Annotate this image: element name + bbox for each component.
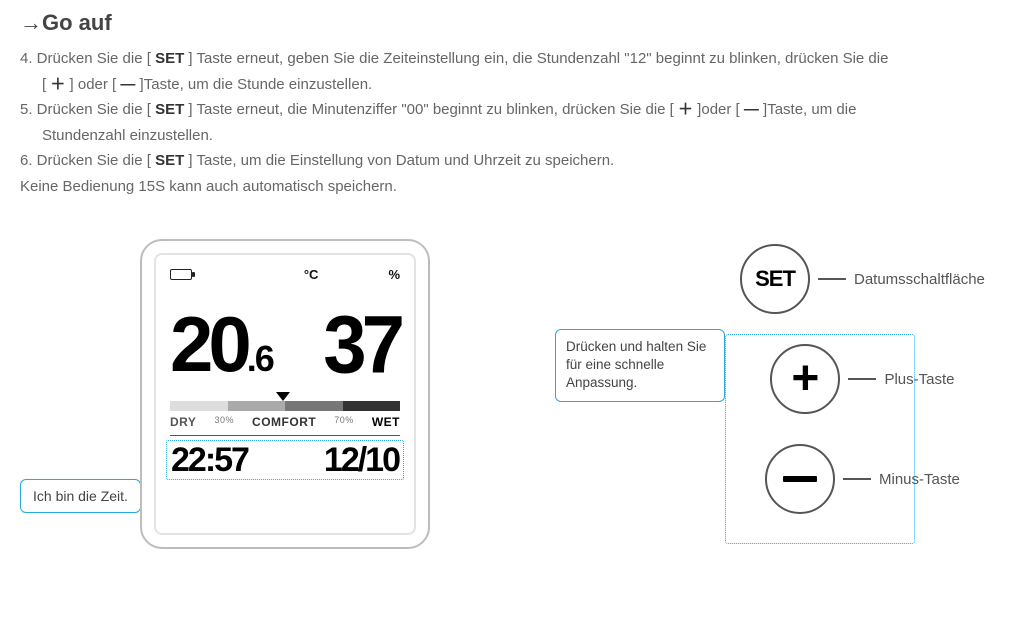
buttons-column: SET Datumsschaltfläche + Plus-Taste Minu… xyxy=(740,244,985,514)
label-70: 70% xyxy=(334,415,354,429)
text: ] Taste erneut, die Minutenziffer "00" b… xyxy=(184,101,678,118)
text: ] oder [ xyxy=(65,76,120,93)
plus-sym: ＋ xyxy=(678,101,693,118)
connector-line xyxy=(843,478,871,480)
auto-save-note: Keine Bedienung 15S kann auch automatisc… xyxy=(20,174,1004,200)
connector-line xyxy=(818,278,846,280)
label-30: 30% xyxy=(214,415,234,429)
thermo-device: °C % 20.6 37 DRY xyxy=(140,239,430,549)
step-6: 6. Drücken Sie die [ SET ] Taste, um die… xyxy=(20,148,1004,174)
text: 5. Drücken Sie die [ xyxy=(20,101,155,118)
connector-line xyxy=(848,378,876,380)
set-text: SET xyxy=(155,152,184,169)
text: ]Taste, um die Stunde einzustellen. xyxy=(135,76,372,93)
step-5-cont: Stundenzahl einzustellen. xyxy=(20,123,1004,149)
time-value: 22:57 xyxy=(171,443,248,477)
hold-callout: Drücken und halten Sie für eine schnelle… xyxy=(555,329,725,402)
battery-icon xyxy=(170,269,192,280)
device-wrap: Ich bin die Zeit. °C % 20.6 37 xyxy=(140,239,430,549)
temp-int: 20 xyxy=(170,300,247,388)
set-button[interactable]: SET xyxy=(740,244,810,314)
text: ]Taste, um die xyxy=(759,101,857,118)
text: ] Taste erneut, geben Sie die Zeiteinste… xyxy=(184,50,888,67)
unit-row: °C % xyxy=(304,267,400,282)
minus-button[interactable] xyxy=(765,444,835,514)
text: ] Taste, um die Einstellung von Datum un… xyxy=(184,152,614,169)
figure-area: Ich bin die Zeit. °C % 20.6 37 xyxy=(20,219,1004,579)
label-wet: WET xyxy=(372,415,400,429)
minus-sym: — xyxy=(120,76,135,93)
set-button-label: Datumsschaltfläche xyxy=(854,271,985,288)
step-5: 5. Drücken Sie die [ SET ] Taste erneut,… xyxy=(20,97,1004,123)
step-4-cont: [ ＋ ] oder [ — ]Taste, um die Stunde ein… xyxy=(20,72,1004,98)
text: ]oder [ xyxy=(693,101,744,118)
comfort-labels: DRY 30% COMFORT 70% WET xyxy=(170,415,400,429)
comfort-bar xyxy=(170,401,400,411)
comfort-scale: DRY 30% COMFORT 70% WET xyxy=(170,401,400,429)
text: 4. Drücken Sie die [ xyxy=(20,50,155,67)
big-readout: 20.6 37 xyxy=(170,283,400,383)
set-button-row: SET Datumsschaltfläche xyxy=(740,244,985,314)
set-text: SET xyxy=(155,50,184,67)
text: 6. Drücken Sie die [ xyxy=(20,152,155,169)
minus-button-label: Minus-Taste xyxy=(879,471,960,488)
plus-sym: ＋ xyxy=(50,76,65,93)
label-comfort: COMFORT xyxy=(252,415,316,429)
device-screen: °C % 20.6 37 DRY xyxy=(154,253,416,535)
temp-unit: °C xyxy=(304,267,319,282)
minus-sym: — xyxy=(744,101,759,118)
temperature-value: 20.6 xyxy=(170,305,273,383)
plus-button-row: + Plus-Taste xyxy=(770,344,954,414)
instruction-list: 4. Drücken Sie die [ SET ] Taste erneut,… xyxy=(20,46,1004,199)
top-row: °C % xyxy=(170,265,400,283)
plus-button-label: Plus-Taste xyxy=(884,371,954,388)
time-date-row: 22:57 12/10 xyxy=(166,440,404,480)
label-dry: DRY xyxy=(170,415,196,429)
section-heading: →Go auf xyxy=(20,10,1004,36)
plus-button[interactable]: + xyxy=(770,344,840,414)
humidity-value: 37 xyxy=(323,303,400,385)
divider xyxy=(170,435,400,436)
date-value: 12/10 xyxy=(324,443,399,477)
step-4: 4. Drücken Sie die [ SET ] Taste erneut,… xyxy=(20,46,1004,72)
minus-button-row: Minus-Taste xyxy=(765,444,960,514)
minus-icon xyxy=(783,476,817,482)
humidity-unit: % xyxy=(388,267,400,282)
comfort-pointer-icon xyxy=(276,392,290,401)
temp-dec: .6 xyxy=(247,338,273,379)
set-text: SET xyxy=(155,101,184,118)
time-callout: Ich bin die Zeit. xyxy=(20,479,141,513)
